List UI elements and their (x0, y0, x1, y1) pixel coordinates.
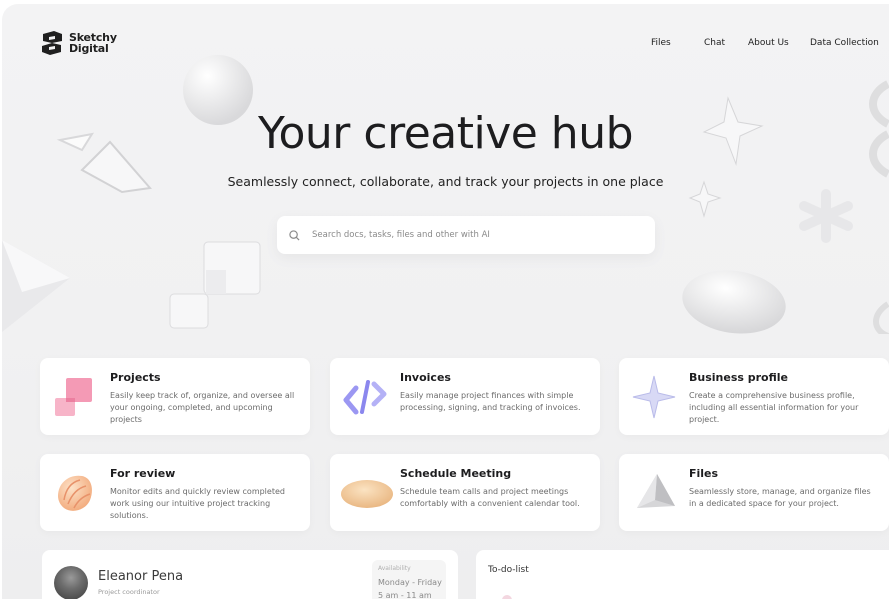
card-description: Create a comprehensive business profile,… (689, 391, 859, 424)
avatar[interactable] (54, 566, 88, 599)
ellipse-decoration (682, 270, 786, 334)
card-description: Easily keep track of, organize, and over… (110, 391, 295, 424)
card-description: Schedule team calls and project meetings… (400, 487, 580, 508)
availability-label: Availability (378, 565, 411, 572)
todo-panel[interactable]: To-do-list (476, 550, 889, 599)
profile-name: Eleanor Pena (98, 569, 184, 584)
app-window: Sketchy Digital Files Chat About Us Data… (2, 4, 889, 599)
card-description: Monitor edits and quickly review complet… (110, 487, 285, 520)
card-schedule-meeting[interactable]: Schedule Meeting Schedule team calls and… (330, 454, 600, 531)
pyramid-decoration (2, 240, 70, 332)
asterisk-decoration (799, 189, 853, 243)
hero-title: Your creative hub (257, 108, 634, 159)
nav-chat[interactable]: Chat (704, 38, 725, 48)
code-brackets-icon (343, 380, 387, 415)
card-title: Projects (110, 371, 161, 384)
profile-role: Project coordinator (98, 588, 160, 596)
profile-card[interactable]: Eleanor Pena Project coordinator Availab… (42, 550, 458, 599)
card-title: For review (110, 467, 176, 480)
search-bar[interactable] (277, 216, 655, 254)
nav-about-us[interactable]: About Us (748, 38, 789, 48)
search-input[interactable] (310, 229, 634, 241)
hero-subtitle: Seamlessly connect, collaborate, and tra… (227, 174, 664, 189)
availability-days: Monday - Friday (378, 578, 442, 587)
search-icon (289, 229, 300, 241)
card-files[interactable]: Files Seamlessly store, manage, and orga… (619, 454, 889, 531)
card-for-review[interactable]: For review Monitor edits and quickly rev… (40, 454, 310, 531)
availability-hours: 5 am - 11 am EST (378, 591, 432, 599)
card-invoices[interactable]: Invoices Easily manage project finances … (330, 358, 600, 435)
todo-title: To-do-list (488, 565, 529, 575)
card-description: Easily manage project finances with simp… (400, 391, 581, 412)
nav-files[interactable]: Files (651, 38, 671, 48)
steps-decoration (169, 241, 261, 329)
card-description: Seamlessly store, manage, and organize f… (689, 487, 871, 508)
card-business-profile[interactable]: Business profile Create a comprehensive … (619, 358, 889, 435)
card-title: Files (689, 467, 719, 480)
shell-icon (58, 475, 92, 511)
availability-box: Availability Monday - Friday 5 am - 11 a… (372, 560, 446, 599)
pyramid-icon (637, 474, 675, 508)
todo-item-marker (502, 595, 512, 599)
card-title: Invoices (400, 371, 451, 384)
pebble-icon (341, 480, 393, 508)
top-nav: Files Chat About Us Data Collection (2, 38, 889, 54)
card-title: Schedule Meeting (400, 467, 512, 480)
card-title: Business profile (689, 371, 788, 384)
nav-data-collection[interactable]: Data Collection (810, 38, 879, 48)
card-projects[interactable]: Projects Easily keep track of, organize,… (40, 358, 310, 435)
sparkle-star-icon (632, 375, 676, 419)
pink-blocks-icon (55, 378, 92, 416)
